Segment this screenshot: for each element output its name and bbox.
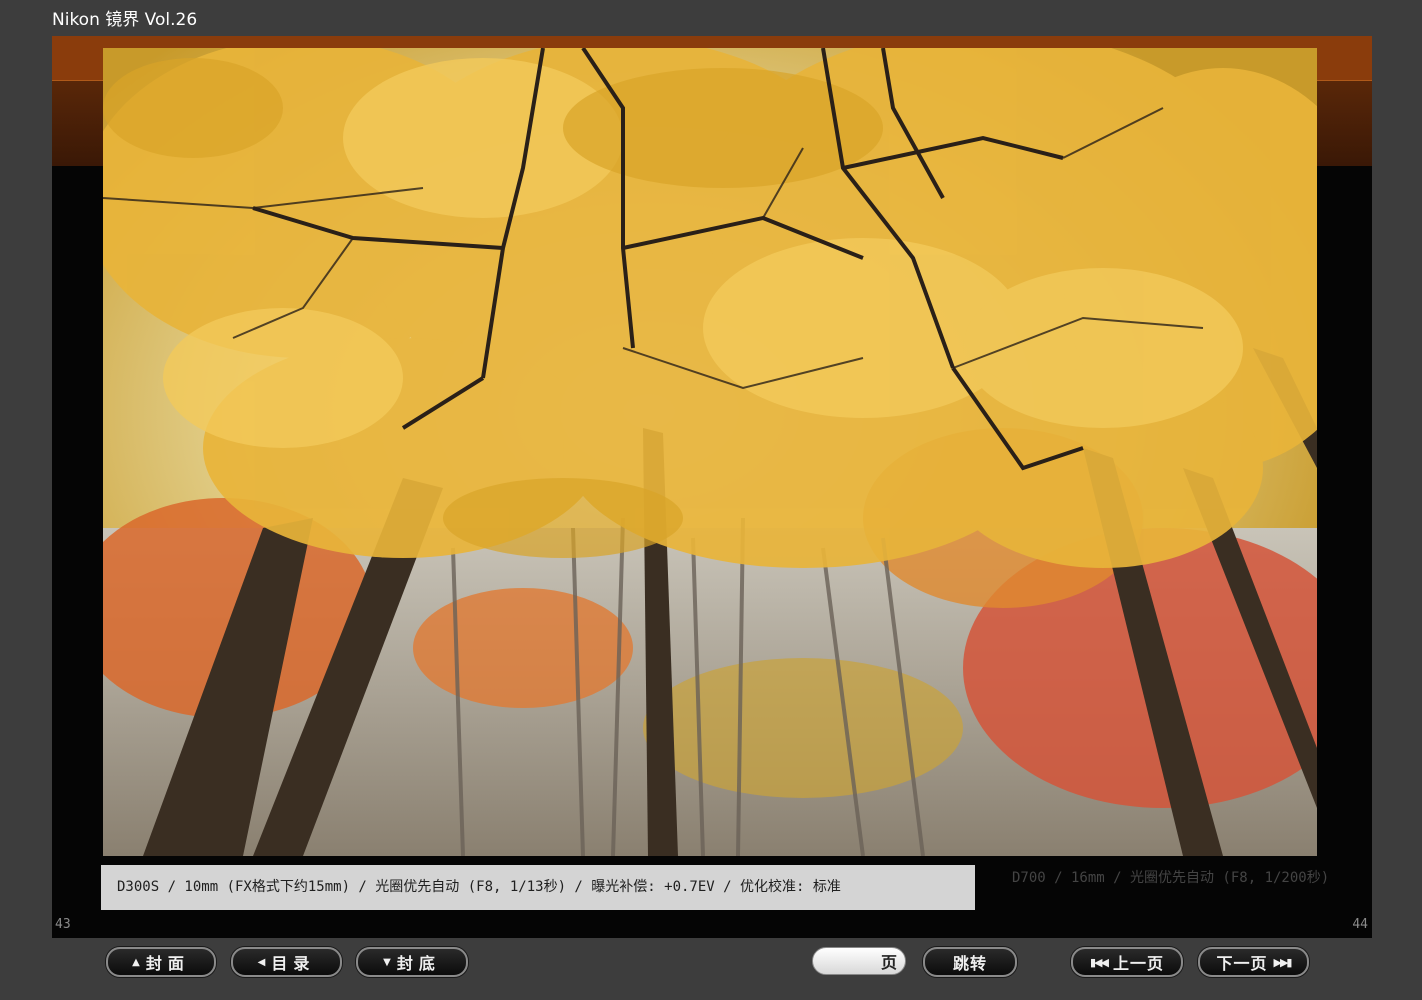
page-number-left: 43 [55, 917, 71, 932]
table-of-contents-button[interactable]: ◀ 目录 [231, 947, 342, 977]
back-cover-button-label: 封底 [396, 954, 441, 973]
previous-page-button[interactable]: ▮◀◀ 上一页 [1071, 947, 1183, 977]
cover-button[interactable]: ▲ 封面 [106, 947, 216, 977]
page-suffix-label: 页 [880, 953, 897, 972]
triangle-up-icon: ▲ [132, 956, 140, 968]
magazine-reader: D700 / 16mm / 光圈优先自动 (F8, 1/200秒) D300S … [52, 36, 1372, 938]
prev-button-label: 上一页 [1112, 954, 1164, 973]
triangle-left-icon: ◀ [257, 956, 266, 968]
jump-button[interactable]: 跳转 [923, 947, 1017, 977]
page-number-field[interactable]: 页 [812, 947, 906, 975]
back-cover-button[interactable]: ▼ 封底 [356, 947, 468, 977]
skip-forward-icon: ▶▶▮ [1273, 955, 1293, 969]
background-caption-text: D700 / 16mm / 光圈优先自动 (F8, 1/200秒) [1012, 870, 1330, 886]
toc-button-label: 目录 [271, 954, 316, 973]
skip-back-icon: ▮◀◀ [1090, 955, 1109, 969]
jump-button-label: 跳转 [952, 954, 987, 973]
next-button-label: 下一页 [1216, 954, 1268, 973]
page-number-right: 44 [1352, 917, 1368, 932]
photo-caption: D300S / 10mm (FX格式下约15mm) / 光圈优先自动 (F8, … [101, 865, 975, 910]
app-title: Nikon 镜界 Vol.26 [52, 10, 198, 30]
triangle-down-icon: ▼ [383, 956, 391, 968]
next-page-button[interactable]: 下一页 ▶▶▮ [1198, 947, 1309, 977]
cover-button-label: 封面 [145, 954, 190, 973]
autumn-forest-photo [103, 48, 1317, 856]
enlarged-photo[interactable] [103, 48, 1317, 856]
page-number-input[interactable] [822, 952, 877, 970]
